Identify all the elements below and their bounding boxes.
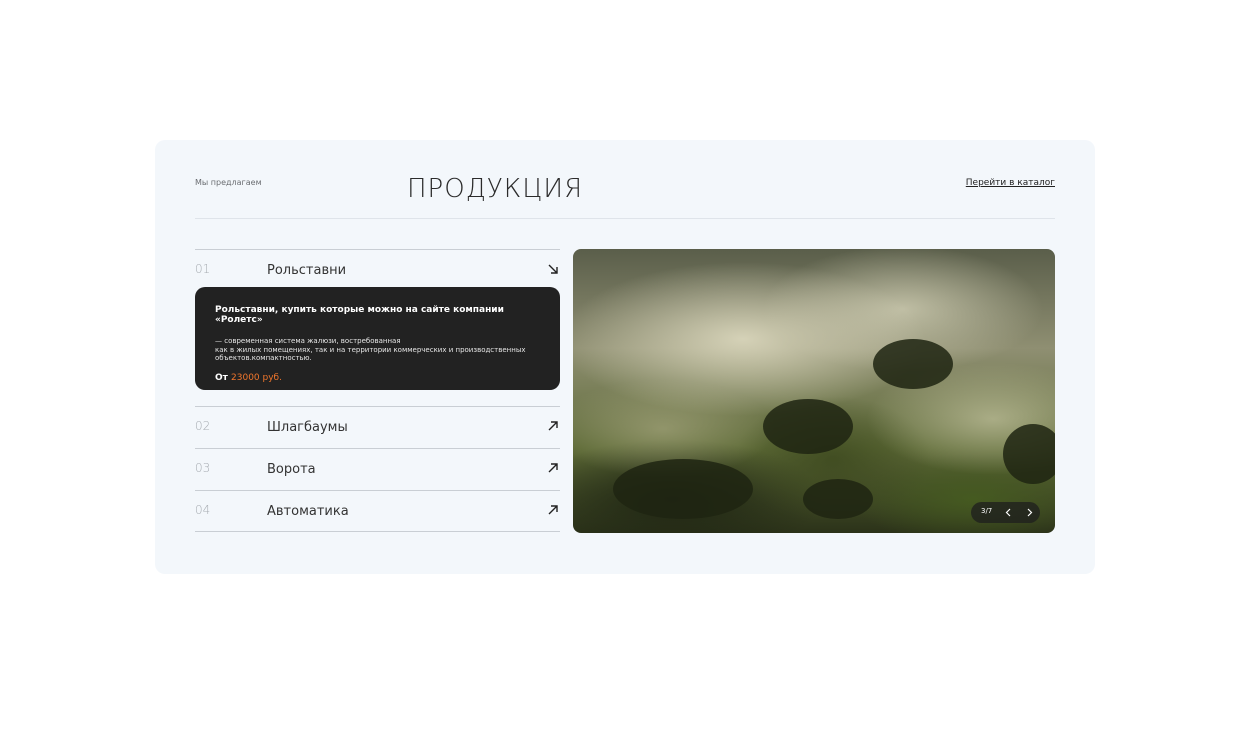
details-heading: Рольставни, купить которые можно на сайт… — [215, 305, 504, 325]
chevron-right-icon[interactable] — [1023, 506, 1036, 519]
section-kicker: Мы предлагаем — [195, 178, 262, 187]
product-name: Автоматика — [267, 504, 349, 519]
price-amount: 23000 руб. — [231, 372, 282, 383]
product-item-rolstavni[interactable]: 01 Рольставни Рольставни, купить которые… — [195, 249, 560, 406]
product-number: 02 — [195, 419, 211, 433]
section-title: ПРОДУКЦИЯ — [407, 174, 584, 204]
photo-tree — [1003, 424, 1055, 484]
details-description: — современная система жалюзи, востребова… — [215, 337, 526, 362]
photo-tree — [873, 339, 953, 389]
arrow-up-right-icon — [548, 421, 558, 431]
product-item-avtomatika[interactable]: 04 Автоматика — [195, 490, 560, 532]
slide-counter: 3/7 — [981, 507, 993, 515]
product-name: Ворота — [267, 462, 316, 477]
product-list: 01 Рольставни Рольставни, купить которые… — [195, 249, 560, 532]
price-prefix: От — [215, 372, 228, 383]
product-item-vorota[interactable]: 03 Ворота — [195, 448, 560, 490]
arrow-up-right-icon — [548, 505, 558, 515]
product-photo: 3/7 — [573, 249, 1055, 533]
chevron-left-icon[interactable] — [1002, 506, 1015, 519]
arrow-up-right-icon — [548, 463, 558, 473]
photo-tree — [613, 459, 753, 519]
photo-tree — [803, 479, 873, 519]
catalog-link[interactable]: Перейти в каталог — [966, 178, 1055, 188]
product-name: Шлагбаумы — [267, 420, 348, 435]
product-number: 04 — [195, 503, 211, 517]
photo-tree — [763, 399, 853, 454]
product-details-panel: Рольставни, купить которые можно на сайт… — [195, 287, 560, 390]
product-number: 03 — [195, 461, 211, 475]
products-section: Мы предлагаем ПРОДУКЦИЯ Перейти в катало… — [155, 140, 1095, 574]
header-divider — [195, 218, 1055, 219]
arrow-down-right-icon — [548, 264, 558, 274]
price-line: От 23000 руб. — [215, 373, 540, 383]
product-number: 01 — [195, 262, 211, 276]
gallery-pager: 3/7 — [971, 502, 1040, 523]
product-name: Рольставни — [267, 263, 347, 278]
product-item-shlagbaumy[interactable]: 02 Шлагбаумы — [195, 406, 560, 448]
